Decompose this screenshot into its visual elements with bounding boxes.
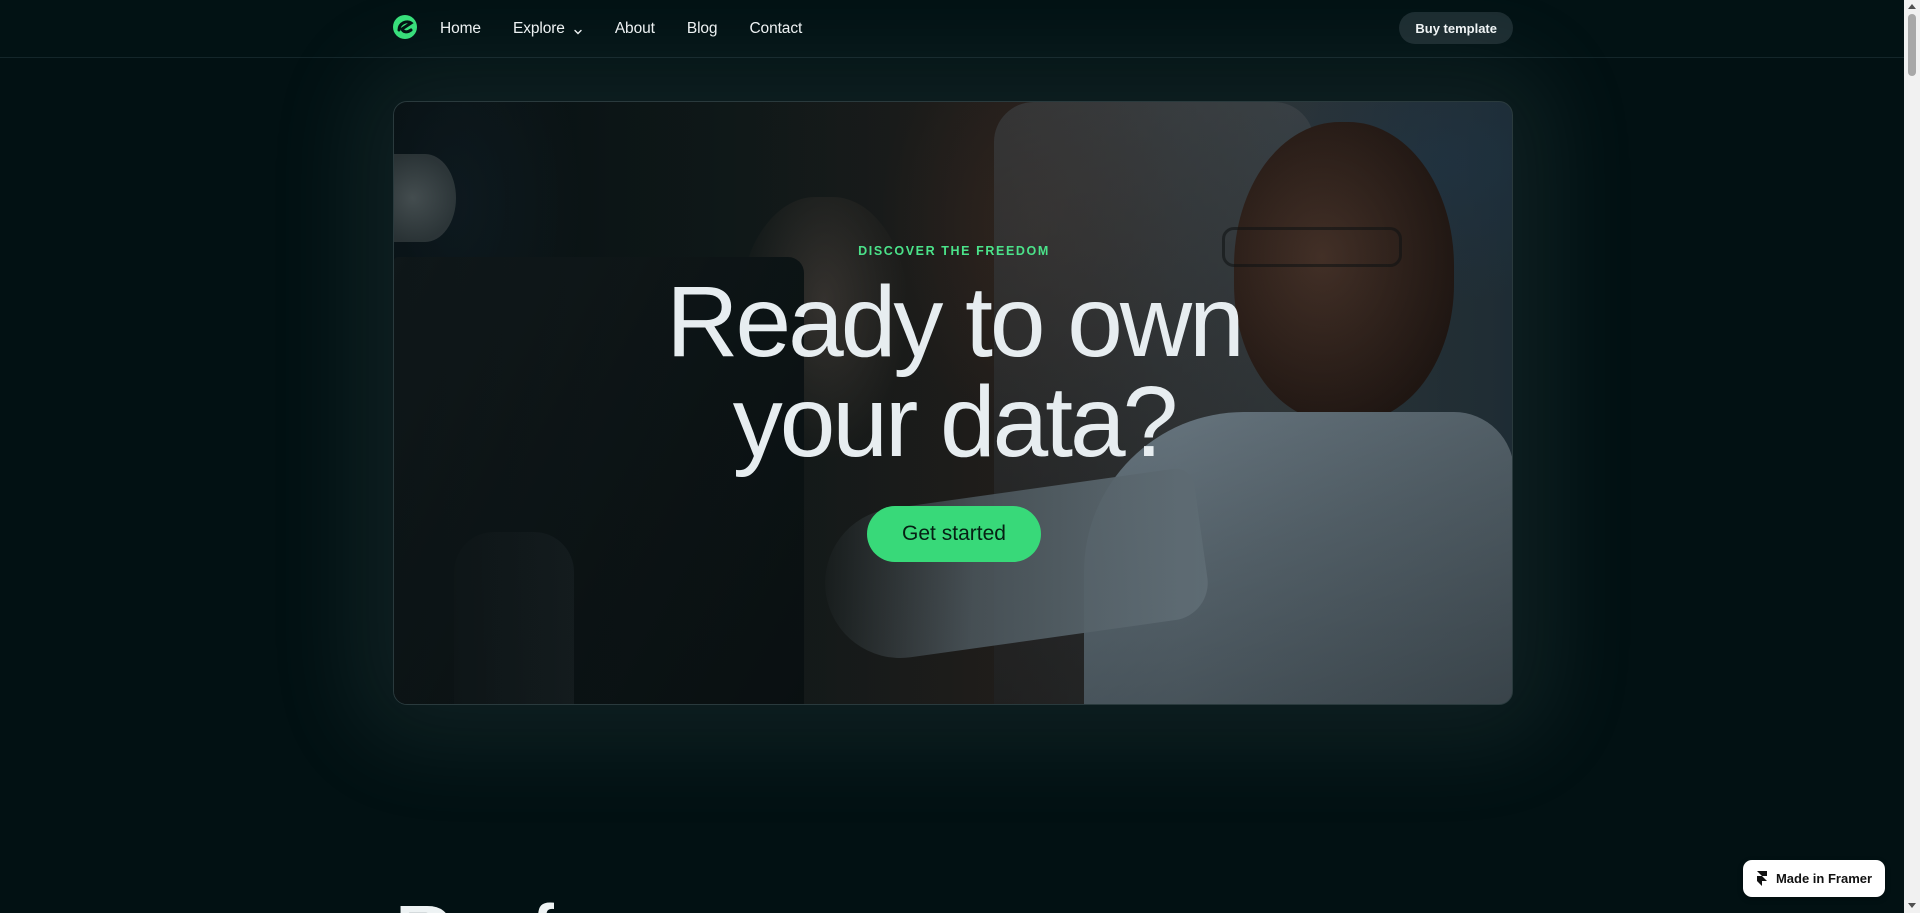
- made-in-framer-label: Made in Framer: [1775, 871, 1873, 886]
- get-started-button[interactable]: Get started: [867, 506, 1041, 562]
- nav-link-about[interactable]: About: [615, 20, 655, 38]
- nav-link-explore[interactable]: Explore: [513, 20, 583, 38]
- navbar-inner: Home Explore About Blog Contact Buy temp…: [393, 0, 1513, 58]
- made-in-framer-badge[interactable]: Made in Framer: [1743, 860, 1885, 897]
- hero-headline-line2: your data?: [732, 366, 1179, 478]
- buy-template-button[interactable]: Buy template: [1399, 12, 1513, 44]
- page: Home Explore About Blog Contact Buy temp…: [0, 0, 1920, 913]
- hero-content: DISCOVER THE FREEDOM Ready to own your d…: [394, 102, 1512, 704]
- scroll-up-arrow-icon[interactable]: [1908, 4, 1916, 9]
- hero-headline-line1: Ready to own: [666, 266, 1244, 378]
- page-scrollbar[interactable]: [1904, 0, 1920, 913]
- nav-link-contact-label: Contact: [749, 20, 803, 37]
- nav-link-blog-label: Blog: [686, 20, 718, 37]
- framer-icon: [1756, 870, 1767, 886]
- next-section-heading: Perf: [393, 892, 554, 913]
- nav-link-contact[interactable]: Contact: [749, 20, 802, 38]
- scrollbar-thumb[interactable]: [1908, 14, 1916, 76]
- scroll-down-arrow-icon[interactable]: [1908, 903, 1916, 908]
- hero-headline: Ready to own your data?: [394, 272, 1512, 472]
- nav-link-blog[interactable]: Blog: [687, 20, 718, 38]
- nav-link-home-label: Home: [440, 20, 481, 37]
- buy-template-label: Buy template: [1415, 20, 1497, 36]
- hero-eyebrow: DISCOVER THE FREEDOM: [858, 244, 1050, 258]
- nav-link-home[interactable]: Home: [440, 20, 481, 38]
- get-started-label: Get started: [902, 522, 1006, 545]
- hero-card: DISCOVER THE FREEDOM Ready to own your d…: [393, 101, 1513, 705]
- brand-logo-icon[interactable]: [393, 15, 417, 39]
- top-navbar: Home Explore About Blog Contact Buy temp…: [0, 0, 1904, 58]
- nav-links: Home Explore About Blog Contact: [440, 0, 834, 58]
- chevron-down-icon: [573, 24, 583, 35]
- nav-link-explore-label: Explore: [512, 20, 565, 37]
- nav-link-about-label: About: [614, 20, 655, 37]
